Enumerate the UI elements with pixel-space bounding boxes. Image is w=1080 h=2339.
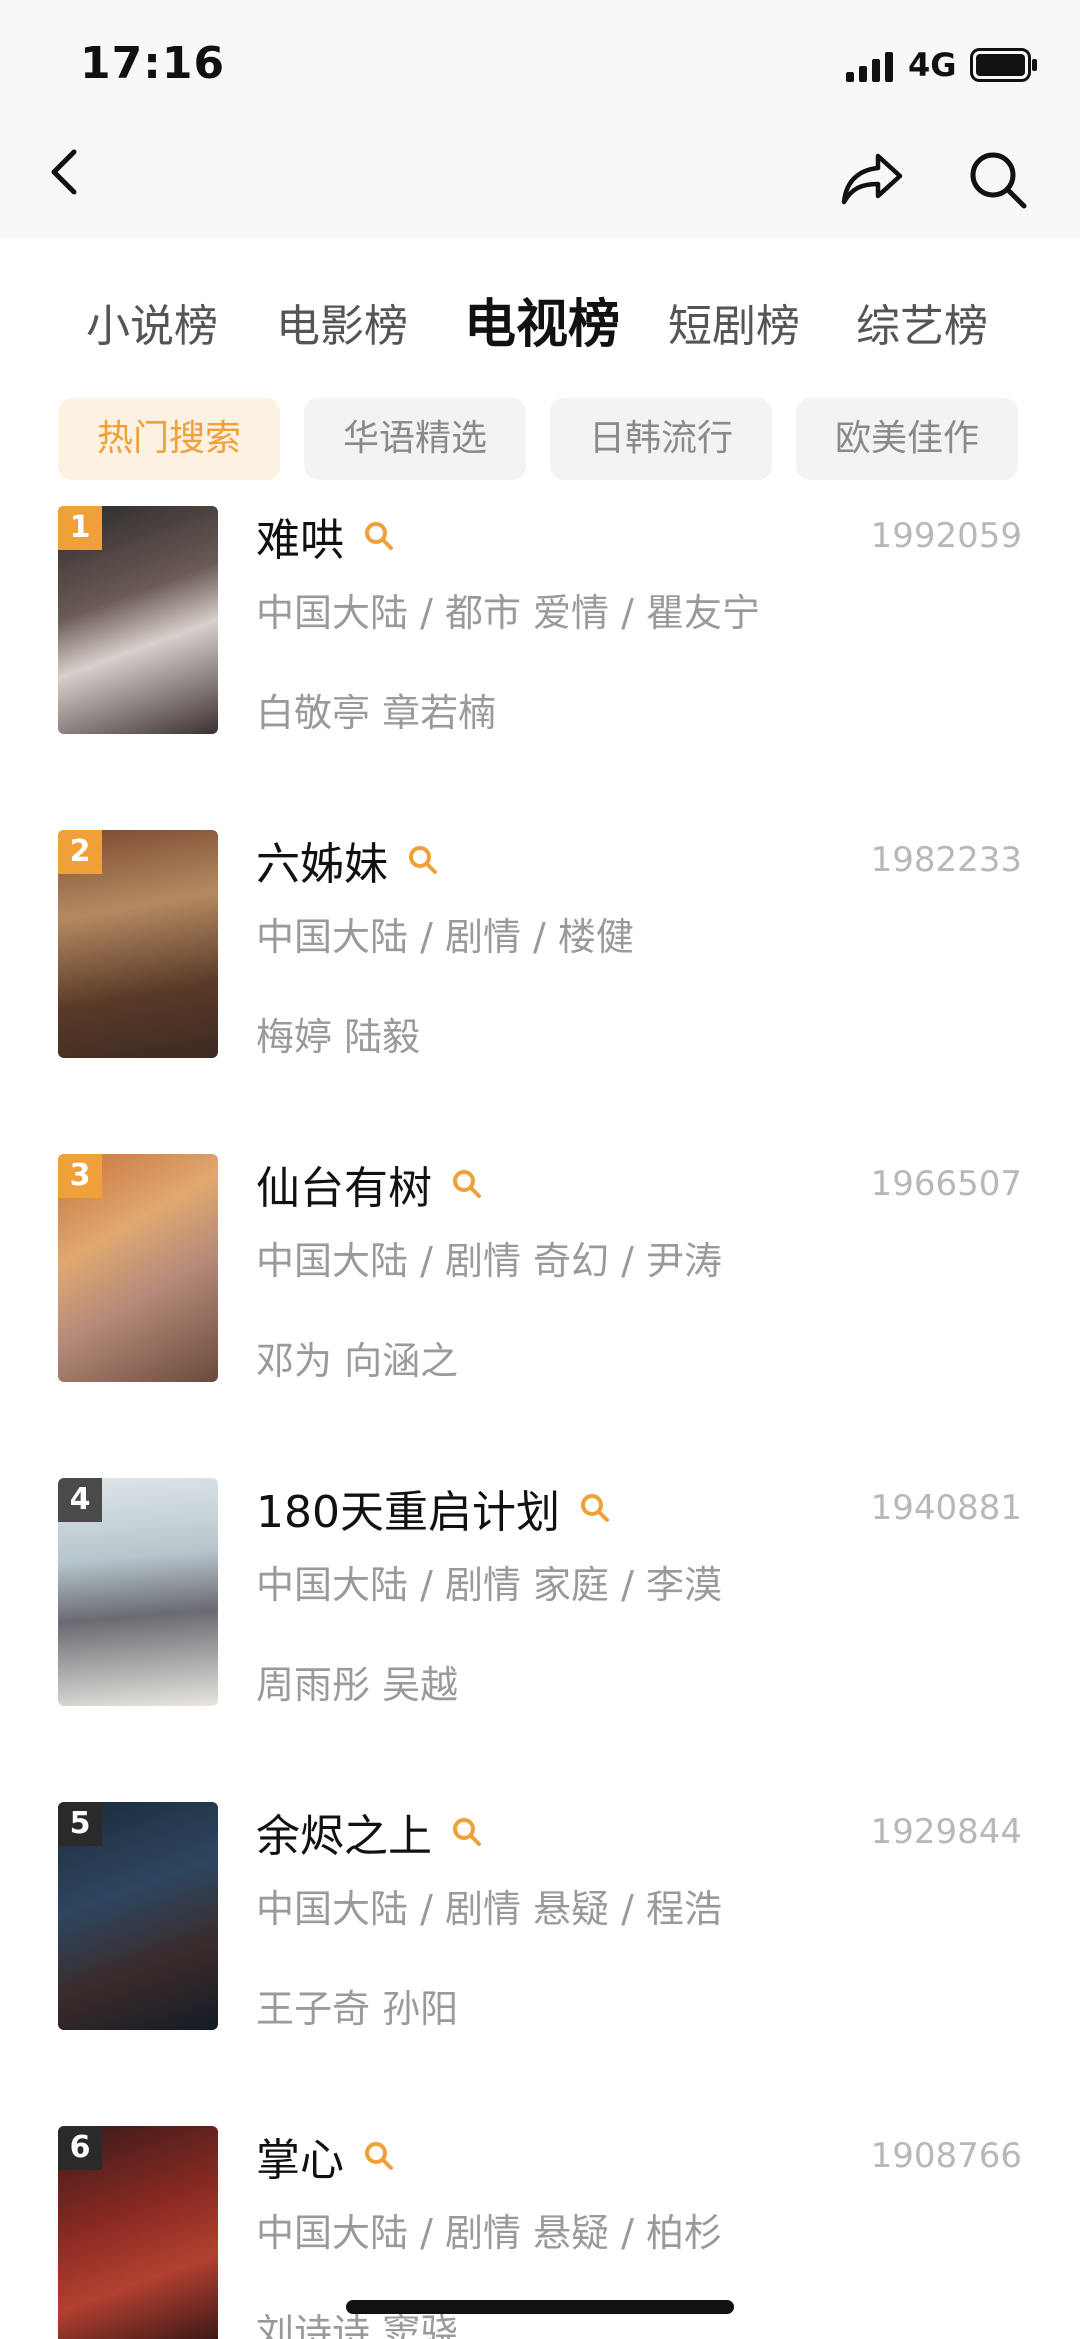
item-title: 六姊妹 (256, 839, 388, 890)
heat-score: 1929844 (870, 1812, 1022, 1852)
tv-ranking-page: 17:16 4G 小说榜 电影榜 电视榜 短剧榜 综艺榜 热门搜索 华语精选 日… (0, 0, 1080, 2339)
share-icon[interactable] (838, 148, 906, 208)
item-title: 掌心 (256, 2135, 344, 2186)
item-meta: 中国大陆 / 都市 爱情 / 瞿友宁 (256, 591, 761, 635)
search-icon[interactable] (578, 1491, 612, 1525)
search-icon[interactable] (966, 148, 1030, 212)
item-cast: 梅婷 陆毅 (256, 1015, 421, 1059)
item-meta: 中国大陆 / 剧情 悬疑 / 柏杉 (256, 2211, 723, 2255)
category-tabs: 小说榜 电影榜 电视榜 短剧榜 综艺榜 (0, 290, 1080, 370)
item-title: 仙台有树 (256, 1163, 432, 1214)
tab-tv[interactable]: 电视榜 (464, 282, 620, 357)
chip-japan-korea[interactable]: 日韩流行 (550, 398, 772, 480)
status-bar: 17:16 4G (0, 0, 1080, 130)
heat-score: 1982233 (870, 840, 1022, 880)
item-meta: 中国大陆 / 剧情 悬疑 / 程浩 (256, 1887, 723, 1931)
poster-image[interactable]: 6 (58, 2126, 218, 2339)
list-item[interactable]: 3 仙台有树 1966507 中国大陆 / 剧情 奇幻 / 尹涛 邓为 向涵之 (0, 1154, 1080, 1454)
chip-hot-search[interactable]: 热门搜索 (58, 398, 280, 480)
item-meta: 中国大陆 / 剧情 家庭 / 李漠 (256, 1563, 723, 1607)
poster-image[interactable]: 2 (58, 830, 218, 1058)
search-icon[interactable] (450, 1167, 484, 1201)
item-cast: 周雨彤 吴越 (256, 1663, 459, 1707)
filter-chips: 热门搜索 华语精选 日韩流行 欧美佳作 (0, 398, 1080, 480)
search-icon[interactable] (362, 519, 396, 553)
heat-score: 1992059 (870, 516, 1022, 556)
tab-movie[interactable]: 电影榜 (276, 290, 408, 354)
search-icon[interactable] (406, 843, 440, 877)
list-item[interactable]: 1 难哄 1992059 中国大陆 / 都市 爱情 / 瞿友宁 白敬亭 章若楠 (0, 506, 1080, 806)
item-title: 难哄 (256, 515, 344, 566)
list-item[interactable]: 4 180天重启计划 1940881 中国大陆 / 剧情 家庭 / 李漠 周雨彤… (0, 1478, 1080, 1778)
back-button[interactable] (40, 142, 90, 202)
tab-short-drama[interactable]: 短剧榜 (668, 290, 800, 354)
rank-badge: 3 (58, 1154, 102, 1198)
rank-badge: 6 (58, 2126, 102, 2170)
poster-image[interactable]: 1 (58, 506, 218, 734)
search-icon[interactable] (362, 2139, 396, 2173)
tab-novel[interactable]: 小说榜 (86, 290, 218, 354)
signal-icon (846, 52, 893, 82)
tab-variety[interactable]: 综艺榜 (856, 290, 988, 354)
chip-chinese[interactable]: 华语精选 (304, 398, 526, 480)
rank-badge: 5 (58, 1802, 102, 1846)
rank-badge: 1 (58, 506, 102, 550)
item-meta: 中国大陆 / 剧情 奇幻 / 尹涛 (256, 1239, 723, 1283)
heat-score: 1966507 (870, 1164, 1022, 1204)
rank-badge: 4 (58, 1478, 102, 1522)
item-title: 余烬之上 (256, 1811, 432, 1862)
home-indicator[interactable] (346, 2300, 734, 2314)
list-item[interactable]: 5 余烬之上 1929844 中国大陆 / 剧情 悬疑 / 程浩 王子奇 孙阳 (0, 1802, 1080, 2102)
header-area: 17:16 4G (0, 0, 1080, 238)
search-icon[interactable] (450, 1815, 484, 1849)
poster-image[interactable]: 5 (58, 1802, 218, 2030)
item-cast: 王子奇 孙阳 (256, 1987, 459, 2031)
heat-score: 1940881 (870, 1488, 1022, 1528)
poster-image[interactable]: 4 (58, 1478, 218, 1706)
list-item[interactable]: 2 六姊妹 1982233 中国大陆 / 剧情 / 楼健 梅婷 陆毅 (0, 830, 1080, 1130)
poster-image[interactable]: 3 (58, 1154, 218, 1382)
battery-icon (970, 48, 1037, 82)
item-cast: 白敬亭 章若楠 (256, 691, 497, 735)
item-cast: 邓为 向涵之 (256, 1339, 459, 1383)
chip-western[interactable]: 欧美佳作 (796, 398, 1018, 480)
item-meta: 中国大陆 / 剧情 / 楼健 (256, 915, 634, 959)
status-time: 17:16 (80, 38, 226, 89)
rank-badge: 2 (58, 830, 102, 874)
network-label: 4G (908, 46, 957, 84)
item-title: 180天重启计划 (256, 1487, 560, 1538)
heat-score: 1908766 (870, 2136, 1022, 2176)
